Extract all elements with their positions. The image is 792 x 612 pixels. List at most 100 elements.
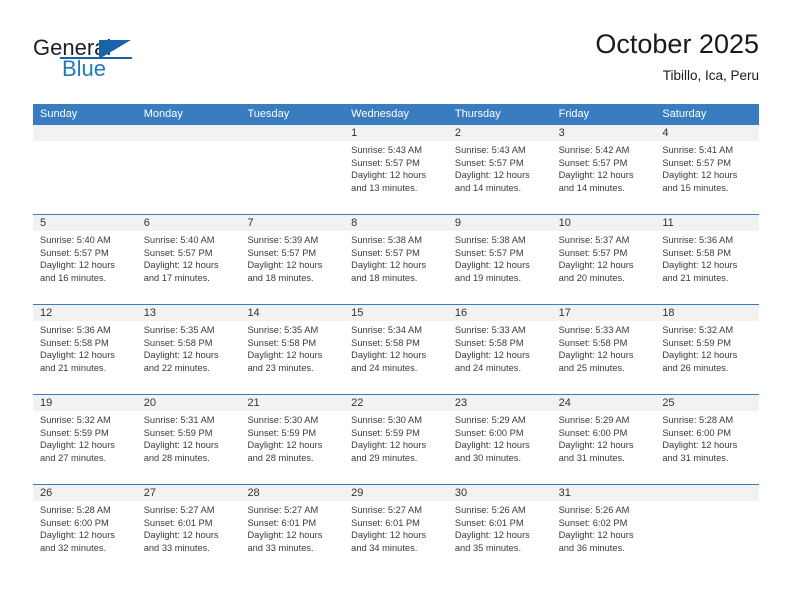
calendar-day-cell[interactable]: 23 Sunrise: 5:29 AM Sunset: 6:00 PM Dayl… [448, 395, 552, 484]
day-sun-info: Sunrise: 5:27 AM Sunset: 6:01 PM Dayligh… [143, 505, 219, 553]
calendar-day-cell[interactable]: 26 Sunrise: 5:28 AM Sunset: 6:00 PM Dayl… [33, 485, 137, 574]
day-number: 18 [662, 307, 675, 319]
day-sun-info: Sunrise: 5:40 AM Sunset: 5:57 PM Dayligh… [40, 235, 115, 283]
day-number: 5 [40, 217, 47, 229]
day-sun-info: Sunrise: 5:39 AM Sunset: 5:57 PM Dayligh… [247, 235, 323, 283]
day-sun-info: Sunrise: 5:28 AM Sunset: 6:00 PM Dayligh… [40, 505, 115, 553]
calendar-day-cell[interactable]: 18 Sunrise: 5:32 AM Sunset: 5:59 PM Dayl… [655, 305, 759, 394]
day-sun-info: Sunrise: 5:36 AM Sunset: 5:58 PM Dayligh… [40, 325, 115, 373]
calendar-week-row: 26 Sunrise: 5:28 AM Sunset: 6:00 PM Dayl… [33, 484, 759, 574]
day-number: 20 [143, 397, 156, 409]
day-sun-info: Sunrise: 5:43 AM Sunset: 5:57 PM Dayligh… [351, 145, 427, 193]
calendar-day-cell[interactable]: 16 Sunrise: 5:33 AM Sunset: 5:58 PM Dayl… [448, 305, 552, 394]
day-number: 1 [351, 127, 358, 139]
calendar-week-row: 1 Sunrise: 5:43 AM Sunset: 5:57 PM Dayli… [33, 124, 759, 214]
day-sun-info: Sunrise: 5:32 AM Sunset: 5:59 PM Dayligh… [40, 415, 115, 463]
calendar-day-cell[interactable]: 5 Sunrise: 5:40 AM Sunset: 5:57 PM Dayli… [33, 215, 137, 304]
day-sun-info: Sunrise: 5:42 AM Sunset: 5:57 PM Dayligh… [558, 145, 634, 193]
calendar-day-cell[interactable] [655, 485, 759, 574]
day-number: 30 [454, 487, 468, 499]
day-number: 17 [558, 307, 571, 319]
weekday-header-saturday: Saturday [662, 108, 707, 120]
calendar-day-cell[interactable]: 30 Sunrise: 5:26 AM Sunset: 6:01 PM Dayl… [448, 485, 552, 574]
weekday-header-sunday: Sunday [40, 108, 78, 120]
day-sun-info: Sunrise: 5:31 AM Sunset: 5:59 PM Dayligh… [143, 415, 219, 463]
day-number: 31 [558, 487, 571, 499]
title-block: October 2025 Tibillo, Ica, Peru [595, 28, 759, 84]
calendar-week-row: 19 Sunrise: 5:32 AM Sunset: 5:59 PM Dayl… [33, 394, 759, 484]
calendar-day-cell[interactable]: 7 Sunrise: 5:39 AM Sunset: 5:57 PM Dayli… [240, 215, 344, 304]
day-number: 3 [558, 127, 565, 139]
calendar-day-cell[interactable]: 14 Sunrise: 5:35 AM Sunset: 5:58 PM Dayl… [240, 305, 344, 394]
calendar-day-cell[interactable]: 4 Sunrise: 5:41 AM Sunset: 5:57 PM Dayli… [655, 125, 759, 214]
day-number: 4 [662, 127, 669, 139]
calendar-day-cell[interactable]: 21 Sunrise: 5:30 AM Sunset: 5:59 PM Dayl… [240, 395, 344, 484]
day-sun-info: Sunrise: 5:32 AM Sunset: 5:59 PM Dayligh… [662, 325, 738, 373]
calendar-day-cell[interactable]: 20 Sunrise: 5:31 AM Sunset: 5:59 PM Dayl… [137, 395, 241, 484]
weekday-header-friday: Friday [558, 108, 590, 120]
day-number: 10 [558, 217, 571, 229]
calendar-day-cell[interactable]: 9 Sunrise: 5:38 AM Sunset: 5:57 PM Dayli… [448, 215, 552, 304]
calendar-day-cell[interactable]: 3 Sunrise: 5:42 AM Sunset: 5:57 PM Dayli… [552, 125, 656, 214]
calendar-day-cell[interactable]: 12 Sunrise: 5:36 AM Sunset: 5:58 PM Dayl… [33, 305, 137, 394]
calendar-day-cell[interactable]: 15 Sunrise: 5:34 AM Sunset: 5:58 PM Dayl… [344, 305, 448, 394]
calendar-day-cell[interactable] [33, 125, 137, 214]
day-sun-info: Sunrise: 5:37 AM Sunset: 5:57 PM Dayligh… [558, 235, 634, 283]
calendar-day-cell[interactable]: 25 Sunrise: 5:28 AM Sunset: 6:00 PM Dayl… [655, 395, 759, 484]
calendar-day-cell[interactable]: 1 Sunrise: 5:43 AM Sunset: 5:57 PM Dayli… [344, 125, 448, 214]
day-number: 7 [247, 217, 254, 229]
day-number: 26 [40, 487, 53, 499]
day-number: 27 [143, 487, 156, 499]
calendar-day-cell[interactable] [240, 125, 344, 214]
weekday-header-wednesday: Wednesday [351, 108, 410, 120]
day-number: 12 [40, 307, 53, 319]
day-sun-info: Sunrise: 5:35 AM Sunset: 5:58 PM Dayligh… [143, 325, 219, 373]
logo-text-blue: Blue [62, 56, 107, 81]
day-sun-info: Sunrise: 5:26 AM Sunset: 6:01 PM Dayligh… [454, 505, 530, 553]
day-number: 16 [454, 307, 468, 319]
page-header: General Blue October 2025 Tibillo, Ica, … [33, 28, 759, 98]
day-number: 15 [351, 307, 364, 319]
day-sun-info: Sunrise: 5:33 AM Sunset: 5:58 PM Dayligh… [558, 325, 634, 373]
calendar-day-cell[interactable]: 24 Sunrise: 5:29 AM Sunset: 6:00 PM Dayl… [552, 395, 656, 484]
day-sun-info: Sunrise: 5:27 AM Sunset: 6:01 PM Dayligh… [247, 505, 323, 553]
day-sun-info: Sunrise: 5:36 AM Sunset: 5:58 PM Dayligh… [662, 235, 738, 283]
calendar-day-cell[interactable]: 2 Sunrise: 5:43 AM Sunset: 5:57 PM Dayli… [448, 125, 552, 214]
calendar-day-cell[interactable]: 10 Sunrise: 5:37 AM Sunset: 5:57 PM Dayl… [552, 215, 656, 304]
day-number: 9 [454, 217, 461, 229]
day-sun-info: Sunrise: 5:30 AM Sunset: 5:59 PM Dayligh… [351, 415, 427, 463]
day-number: 23 [454, 397, 468, 409]
day-number: 22 [351, 397, 364, 409]
day-sun-info: Sunrise: 5:26 AM Sunset: 6:02 PM Dayligh… [558, 505, 634, 553]
day-sun-info: Sunrise: 5:27 AM Sunset: 6:01 PM Dayligh… [351, 505, 427, 553]
calendar-day-cell[interactable]: 17 Sunrise: 5:33 AM Sunset: 5:58 PM Dayl… [552, 305, 656, 394]
weekday-header-row: Sunday Monday Tuesday Wednesday Thursday… [33, 104, 759, 124]
calendar-day-cell[interactable]: 13 Sunrise: 5:35 AM Sunset: 5:58 PM Dayl… [137, 305, 241, 394]
day-number: 25 [662, 397, 675, 409]
calendar-day-cell[interactable]: 27 Sunrise: 5:27 AM Sunset: 6:01 PM Dayl… [137, 485, 241, 574]
calendar-day-cell[interactable]: 31 Sunrise: 5:26 AM Sunset: 6:02 PM Dayl… [552, 485, 656, 574]
calendar-day-cell[interactable]: 29 Sunrise: 5:27 AM Sunset: 6:01 PM Dayl… [344, 485, 448, 574]
calendar-day-cell[interactable]: 6 Sunrise: 5:40 AM Sunset: 5:57 PM Dayli… [137, 215, 241, 304]
general-blue-logo[interactable]: General Blue [33, 36, 233, 92]
day-sun-info: Sunrise: 5:29 AM Sunset: 6:00 PM Dayligh… [454, 415, 530, 463]
calendar-day-cell[interactable] [137, 125, 241, 214]
day-sun-info: Sunrise: 5:30 AM Sunset: 5:59 PM Dayligh… [247, 415, 323, 463]
calendar-day-cell[interactable]: 28 Sunrise: 5:27 AM Sunset: 6:01 PM Dayl… [240, 485, 344, 574]
day-sun-info: Sunrise: 5:40 AM Sunset: 5:57 PM Dayligh… [143, 235, 219, 283]
day-number: 24 [558, 397, 571, 409]
location-subtitle: Tibillo, Ica, Peru [662, 68, 759, 83]
calendar-day-cell[interactable]: 19 Sunrise: 5:32 AM Sunset: 5:59 PM Dayl… [33, 395, 137, 484]
calendar-day-cell[interactable]: 22 Sunrise: 5:30 AM Sunset: 5:59 PM Dayl… [344, 395, 448, 484]
day-sun-info: Sunrise: 5:38 AM Sunset: 5:57 PM Dayligh… [351, 235, 427, 283]
day-number: 2 [454, 127, 461, 139]
calendar-week-row: 12 Sunrise: 5:36 AM Sunset: 5:58 PM Dayl… [33, 304, 759, 394]
day-sun-info: Sunrise: 5:38 AM Sunset: 5:57 PM Dayligh… [454, 235, 530, 283]
day-sun-info: Sunrise: 5:43 AM Sunset: 5:57 PM Dayligh… [454, 145, 530, 193]
calendar-week-row: 5 Sunrise: 5:40 AM Sunset: 5:57 PM Dayli… [33, 214, 759, 304]
calendar-day-cell[interactable]: 8 Sunrise: 5:38 AM Sunset: 5:57 PM Dayli… [344, 215, 448, 304]
day-number: 29 [351, 487, 364, 499]
day-number: 8 [351, 217, 358, 229]
calendar-day-cell[interactable]: 11 Sunrise: 5:36 AM Sunset: 5:58 PM Dayl… [655, 215, 759, 304]
day-sun-info: Sunrise: 5:28 AM Sunset: 6:00 PM Dayligh… [662, 415, 738, 463]
